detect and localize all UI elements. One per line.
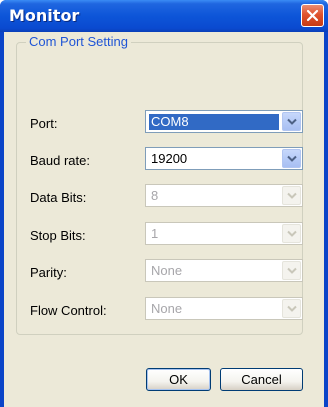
close-icon xyxy=(306,9,319,22)
data-bits-value: 8 xyxy=(151,188,159,203)
flow-control-value: None xyxy=(151,301,183,316)
stop-bits-label: Stop Bits: xyxy=(30,228,86,243)
data-bits-dropdown-button[interactable] xyxy=(282,186,301,205)
flow-control-label: Flow Control: xyxy=(30,303,107,318)
port-label: Port: xyxy=(30,116,58,131)
baud-rate-label: Baud rate: xyxy=(30,153,90,168)
ok-button[interactable]: OK xyxy=(146,368,211,391)
baud-rate-select[interactable]: 19200 xyxy=(145,147,303,170)
chevron-down-icon xyxy=(287,192,297,199)
chevron-down-icon xyxy=(287,118,297,125)
chevron-down-icon xyxy=(287,230,297,237)
stop-bits-value: 1 xyxy=(151,226,159,241)
com-port-group-legend: Com Port Setting xyxy=(26,34,131,49)
port-value: COM8 xyxy=(149,114,279,130)
port-select[interactable]: COM8 xyxy=(145,110,303,133)
chevron-down-icon xyxy=(287,267,297,274)
baud-rate-dropdown-button[interactable] xyxy=(282,149,301,168)
monitor-dialog: Monitor Com Port Setting Port: COM8 Baud… xyxy=(0,0,328,407)
flow-control-select[interactable]: None xyxy=(145,297,303,320)
stop-bits-dropdown-button[interactable] xyxy=(282,224,301,243)
chevron-down-icon xyxy=(287,305,297,312)
data-bits-select[interactable]: 8 xyxy=(145,184,303,207)
window-title: Monitor xyxy=(9,6,80,25)
parity-dropdown-button[interactable] xyxy=(282,261,301,280)
window-border-right xyxy=(324,32,328,407)
title-bar[interactable]: Monitor xyxy=(0,0,328,32)
stop-bits-select[interactable]: 1 xyxy=(145,222,303,245)
cancel-button[interactable]: Cancel xyxy=(220,368,303,391)
flow-control-dropdown-button[interactable] xyxy=(282,299,301,318)
parity-value: None xyxy=(151,263,183,278)
port-dropdown-button[interactable] xyxy=(282,112,301,131)
close-button[interactable] xyxy=(301,4,324,27)
baud-rate-value: 19200 xyxy=(151,151,188,166)
parity-select[interactable]: None xyxy=(145,259,303,282)
parity-label: Parity: xyxy=(30,265,67,280)
data-bits-label: Data Bits: xyxy=(30,190,87,205)
chevron-down-icon xyxy=(287,155,297,162)
